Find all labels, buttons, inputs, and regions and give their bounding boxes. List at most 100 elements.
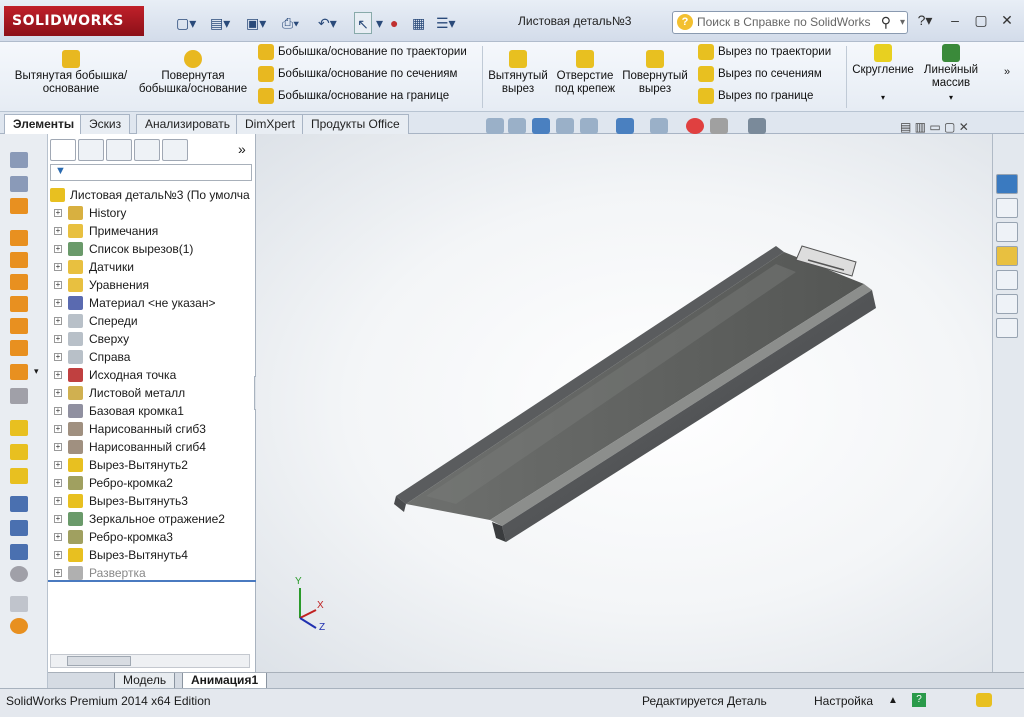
expand-icon[interactable]: +	[54, 569, 62, 577]
tree-item[interactable]: + Материал <не указан>	[48, 294, 256, 312]
new-document-icon[interactable]: ▢▾	[176, 12, 196, 34]
configurationmanager-tab[interactable]	[106, 139, 132, 161]
tree-item[interactable]: + Вырез-Вытянуть2	[48, 456, 256, 474]
miter-flange-icon[interactable]	[10, 274, 28, 290]
tree-filter-input[interactable]: ▼	[50, 164, 252, 181]
expand-icon[interactable]: +	[54, 497, 62, 505]
extruded-cut-icon[interactable]	[10, 420, 28, 436]
corner-icon[interactable]	[10, 444, 28, 460]
expand-icon[interactable]: +	[54, 371, 62, 379]
file-explorer-icon[interactable]	[996, 246, 1018, 266]
tree-item[interactable]: + Список вырезов(1)	[48, 240, 256, 258]
display-manager-tab[interactable]	[162, 139, 188, 161]
tab-office-products[interactable]: Продукты Office	[302, 114, 409, 134]
expand-panel-icon[interactable]: »	[238, 141, 246, 157]
home-icon[interactable]	[996, 198, 1018, 218]
hem-icon[interactable]	[10, 296, 28, 312]
flatten-icon[interactable]	[10, 596, 28, 612]
tree-item[interactable]: + Нарисованный сгиб4	[48, 438, 256, 456]
view-orientation-icon[interactable]	[580, 118, 598, 134]
scrollbar-thumb[interactable]	[67, 656, 131, 666]
expand-icon[interactable]: +	[54, 551, 62, 559]
base-flange-icon[interactable]	[10, 230, 28, 246]
expand-icon[interactable]: +	[54, 353, 62, 361]
expand-icon[interactable]: +	[54, 209, 62, 217]
solidworks-resources-icon[interactable]	[996, 174, 1018, 194]
rollback-bar[interactable]	[48, 580, 256, 582]
chevron-down-icon[interactable]: ▾	[850, 91, 916, 104]
save-icon[interactable]: ▣▾	[246, 12, 266, 34]
loft-boss-button[interactable]: Бобышка/основание по сечениям	[256, 64, 478, 84]
section-view-icon[interactable]	[556, 118, 574, 134]
appearances-icon[interactable]	[996, 294, 1018, 314]
select-dropdown-icon[interactable]: ▾	[376, 12, 383, 34]
license-icon[interactable]	[976, 693, 992, 707]
revolve-cut-button[interactable]: Повернутый вырез	[620, 50, 690, 96]
close-button[interactable]: ✕	[996, 10, 1018, 30]
help-icon[interactable]: ?	[912, 693, 926, 707]
chevron-up-icon[interactable]: ▲	[888, 689, 898, 713]
tree-item[interactable]: + Справа	[48, 348, 256, 366]
extrude-boss-button[interactable]: Вытянутая бобышка/основание	[12, 50, 130, 96]
maximize-button[interactable]: ▢	[970, 10, 992, 30]
file-properties-icon[interactable]: ▦	[412, 12, 425, 34]
help-icon[interactable]: ?▾	[914, 10, 936, 30]
tree-item[interactable]: + History	[48, 204, 256, 222]
help-search-input[interactable]: ? Поиск в Справке по SolidWorks ⚲ ▾	[672, 11, 908, 34]
tree-horizontal-scrollbar[interactable]	[50, 654, 250, 668]
expand-icon[interactable]: +	[54, 281, 62, 289]
unfold-icon[interactable]	[10, 388, 28, 404]
expand-icon[interactable]: +	[54, 425, 62, 433]
chevron-down-icon[interactable]: ▾	[34, 366, 39, 377]
zoom-to-area-icon[interactable]	[508, 118, 526, 134]
expand-icon[interactable]: +	[54, 407, 62, 415]
tab-animation[interactable]: Анимация1	[182, 673, 268, 689]
loft-cut-button[interactable]: Вырез по сечениям	[696, 64, 842, 84]
fillet-button[interactable]: Скругление ▾	[850, 44, 916, 104]
tree-item[interactable]: + Вырез-Вытянуть4	[48, 546, 256, 564]
expand-icon[interactable]: +	[54, 299, 62, 307]
apply-scene-icon[interactable]	[710, 118, 728, 134]
expand-icon[interactable]: +	[54, 461, 62, 469]
expand-icon[interactable]: +	[54, 263, 62, 271]
zoom-to-fit-icon[interactable]	[486, 118, 504, 134]
tab-sketch[interactable]: Эскиз	[80, 114, 131, 134]
tree-item[interactable]: + Нарисованный сгиб3	[48, 420, 256, 438]
expand-icon[interactable]: +	[54, 515, 62, 523]
tab-features[interactable]: Элементы	[4, 114, 84, 134]
view-palette-icon[interactable]	[996, 270, 1018, 290]
convert-to-sheet-metal-icon[interactable]	[10, 544, 28, 560]
viewport-window-controls[interactable]: ▤ ▥ ▭ ▢ ✕	[900, 120, 969, 134]
tab-evaluate[interactable]: Анализировать	[136, 114, 239, 134]
display-style-icon[interactable]	[616, 118, 634, 134]
select-icon[interactable]: ↖	[354, 12, 372, 34]
jog-icon[interactable]	[10, 318, 28, 334]
edge-flange-icon[interactable]	[10, 252, 28, 268]
solidworks-logo[interactable]: SOLIDWORKS	[4, 6, 144, 36]
tree-item[interactable]: + Ребро-кромка2	[48, 474, 256, 492]
tree-item[interactable]: + Вырез-Вытянуть3	[48, 492, 256, 510]
edit-appearance-icon[interactable]	[686, 118, 704, 134]
tab-model[interactable]: Модель	[114, 673, 176, 689]
ribbon-more-icon[interactable]: »	[1004, 66, 1010, 78]
expand-icon[interactable]: +	[54, 245, 62, 253]
search-icon[interactable]: ⚲	[881, 12, 891, 33]
extrude-boss-icon[interactable]	[10, 152, 28, 168]
undo-icon[interactable]: ↶▾	[318, 12, 337, 34]
sweep-icon[interactable]	[10, 198, 28, 214]
swept-boss-button[interactable]: Бобышка/основание по траектории	[256, 42, 478, 62]
options-icon[interactable]: ☰▾	[436, 12, 456, 34]
expand-icon[interactable]: +	[54, 533, 62, 541]
tree-root[interactable]: Листовая деталь№3 (По умолча	[48, 186, 256, 204]
sheet-metal-model[interactable]	[256, 134, 992, 672]
tree-item[interactable]: + Базовая кромка1	[48, 402, 256, 420]
swept-cut-button[interactable]: Вырез по траектории	[696, 42, 842, 62]
dimxpert-manager-tab[interactable]	[134, 139, 160, 161]
rebuild-icon[interactable]: ●	[390, 12, 398, 34]
open-icon[interactable]: ▤▾	[210, 12, 230, 34]
expand-icon[interactable]: +	[54, 317, 62, 325]
no-bends-icon[interactable]	[10, 566, 28, 582]
expand-icon[interactable]: +	[54, 479, 62, 487]
hide-show-items-icon[interactable]	[650, 118, 668, 134]
expand-icon[interactable]: +	[54, 335, 62, 343]
